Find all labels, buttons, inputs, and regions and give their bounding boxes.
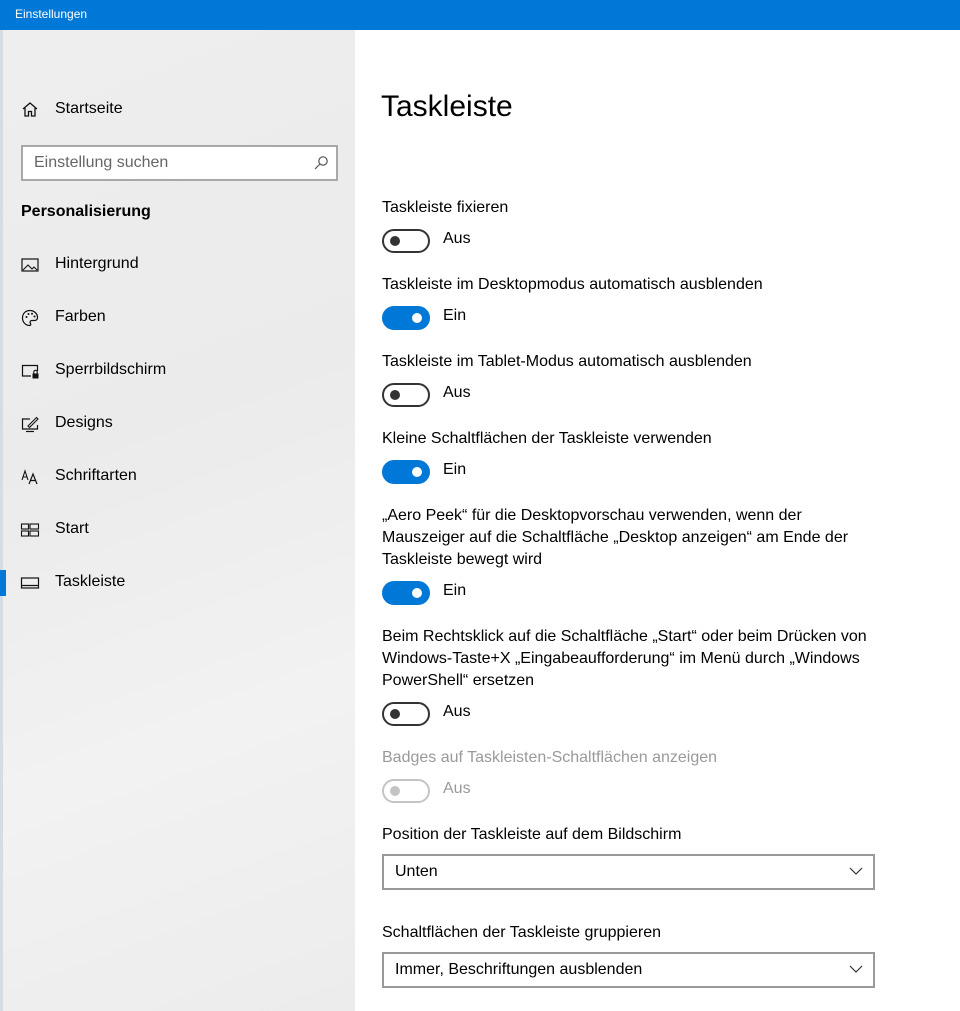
chevron-down-icon (849, 965, 863, 973)
toggle-state: Aus (443, 230, 471, 247)
setting-aero-peek: „Aero Peek“ für die Desktopvorschau verw… (382, 505, 872, 605)
sidebar-item-lockscreen[interactable]: Sperrbildschirm (0, 351, 355, 391)
toggle-state: Ein (443, 582, 467, 599)
setting-taskbar-position: Position der Taskleiste auf dem Bildschi… (382, 824, 942, 890)
toggle-state: Ein (443, 307, 467, 324)
toggle-knob (390, 390, 400, 400)
setting-label: Taskleiste im Tablet-Modus automatisch a… (382, 353, 752, 370)
toggle-knob (390, 236, 400, 246)
sidebar-item-label: Farben (55, 308, 106, 325)
toggle-state: Aus (443, 384, 471, 401)
start-layout-icon (20, 523, 40, 537)
window-title: Einstellungen (15, 7, 88, 21)
setting-lock-taskbar: Taskleiste fixieren Aus (382, 197, 942, 253)
setting-label: Taskleiste fixieren (382, 199, 509, 216)
lock-screen-icon (21, 364, 39, 379)
taskbar-icon (20, 577, 40, 589)
section-title: Personalisierung (21, 203, 151, 220)
sidebar-item-start[interactable]: Start (0, 510, 355, 550)
dropdown-value: Unten (395, 863, 438, 880)
autohide-desktop-toggle[interactable] (382, 306, 430, 330)
search-input[interactable] (23, 147, 314, 179)
sidebar-item-label: Schriftarten (55, 467, 137, 484)
picture-icon (21, 258, 39, 272)
setting-powershell: Beim Rechtsklick auf die Schaltfläche „S… (382, 626, 867, 726)
sidebar-item-label: Taskleiste (55, 573, 126, 590)
setting-label: Beim Rechtsklick auf die Schaltfläche „S… (382, 628, 867, 689)
toggle-knob (412, 588, 422, 598)
aero-peek-toggle[interactable] (382, 581, 430, 605)
powershell-toggle[interactable] (382, 702, 430, 726)
lock-taskbar-toggle[interactable] (382, 229, 430, 253)
badges-toggle (382, 779, 430, 803)
setting-small-buttons: Kleine Schaltflächen der Taskleiste verw… (382, 428, 942, 484)
toggle-state: Aus (443, 780, 471, 797)
sidebar: Startseite Personalisierung Hintergrund … (0, 30, 355, 1011)
setting-autohide-tablet: Taskleiste im Tablet-Modus automatisch a… (382, 351, 942, 407)
setting-label: Taskleiste im Desktopmodus automatisch a… (382, 276, 763, 293)
brush-icon (21, 416, 39, 433)
setting-badges: Badges auf Taskleisten-Schaltflächen anz… (382, 747, 942, 803)
sidebar-item-home[interactable]: Startseite (0, 90, 355, 130)
taskbar-position-dropdown[interactable]: Unten (382, 854, 875, 890)
page-title: Taskleiste (381, 90, 513, 123)
dropdown-value: Immer, Beschriftungen ausblenden (395, 961, 643, 978)
setting-label: Position der Taskleiste auf dem Bildschi… (382, 826, 682, 843)
sidebar-item-label: Hintergrund (55, 255, 139, 272)
sidebar-item-fonts[interactable]: Schriftarten (0, 457, 355, 497)
setting-label: Badges auf Taskleisten-Schaltflächen anz… (382, 749, 718, 766)
toggle-state: Ein (443, 461, 467, 478)
setting-button-grouping: Schaltflächen der Taskleiste gruppieren … (382, 922, 942, 988)
fonts-icon (21, 469, 38, 485)
search-icon[interactable] (313, 155, 329, 171)
toggle-state: Aus (443, 703, 471, 720)
toggle-knob (390, 709, 400, 719)
sidebar-item-label: Sperrbildschirm (55, 361, 167, 378)
sidebar-item-taskbar[interactable]: Taskleiste (0, 563, 355, 603)
sidebar-item-label: Startseite (55, 100, 123, 117)
toggle-knob (412, 313, 422, 323)
active-indicator (0, 570, 6, 596)
search-box[interactable] (21, 145, 338, 181)
sidebar-item-label: Start (55, 520, 89, 537)
setting-autohide-desktop: Taskleiste im Desktopmodus automatisch a… (382, 274, 942, 330)
small-buttons-toggle[interactable] (382, 460, 430, 484)
sidebar-item-background[interactable]: Hintergrund (0, 245, 355, 285)
setting-label: Schaltflächen der Taskleiste gruppieren (382, 924, 661, 941)
button-grouping-dropdown[interactable]: Immer, Beschriftungen ausblenden (382, 952, 875, 988)
toggle-knob (412, 467, 422, 477)
title-bar: Einstellungen (0, 0, 960, 30)
palette-icon (21, 309, 39, 327)
chevron-down-icon (849, 867, 863, 875)
main-content: Taskleiste Taskleiste fixieren Aus Taskl… (355, 30, 960, 1011)
autohide-tablet-toggle[interactable] (382, 383, 430, 407)
sidebar-item-label: Designs (55, 414, 113, 431)
setting-label: „Aero Peek“ für die Desktopvorschau verw… (382, 507, 849, 568)
toggle-knob (390, 786, 400, 796)
setting-label: Kleine Schaltflächen der Taskleiste verw… (382, 430, 712, 447)
sidebar-item-colors[interactable]: Farben (0, 298, 355, 338)
home-icon (22, 102, 38, 117)
sidebar-item-designs[interactable]: Designs (0, 404, 355, 444)
